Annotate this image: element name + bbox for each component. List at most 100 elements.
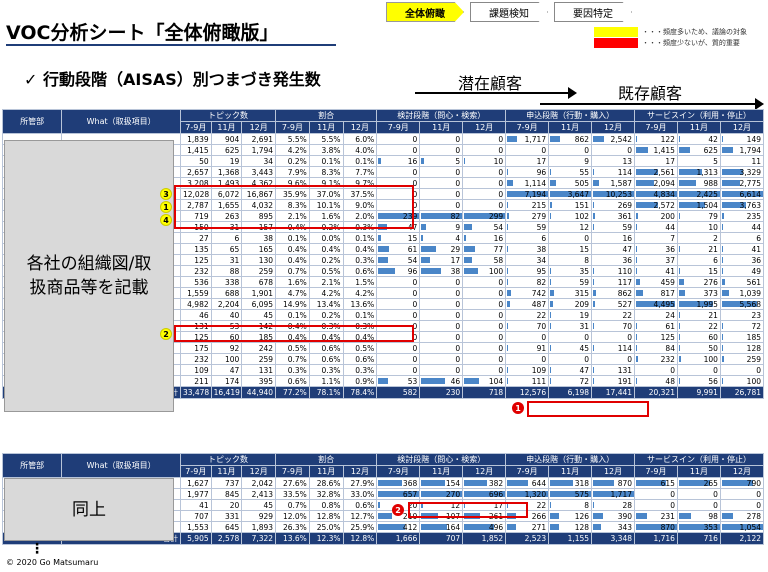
total-cell: 707 (419, 532, 464, 545)
stage-cell: 16 (462, 232, 507, 244)
page-title: VOC分析シート「全体俯瞰版」 (6, 22, 279, 44)
value-cell: 0.4% (308, 243, 344, 255)
header-month: 12月 (241, 465, 277, 478)
value-cell: 0 (634, 488, 678, 500)
stage-cell: 49 (719, 265, 765, 277)
stage-cell: 1,054 (719, 521, 765, 533)
stage-cell: 862 (591, 287, 636, 299)
stage-cell: 128 (719, 342, 765, 354)
stage-cell: 36 (634, 243, 678, 255)
value-cell: 0 (462, 188, 507, 200)
value-cell: 0.1% (275, 232, 310, 244)
stage-cell: 17 (505, 155, 550, 167)
stage-cell: 5 (419, 155, 464, 167)
value-cell: 0.0% (308, 232, 344, 244)
value-cell: 0.9% (342, 375, 378, 387)
rank-badge: 1 (160, 201, 172, 213)
value-cell: 6.0% (342, 133, 378, 145)
value-cell: 13.6% (342, 298, 378, 310)
stage-cell: 23 (719, 309, 765, 321)
step-issue-detect[interactable]: 課題検知 (470, 2, 548, 22)
value-cell: 45 (241, 499, 277, 511)
stage-cell: 232 (634, 353, 678, 365)
value-cell: 0.5% (275, 342, 310, 354)
value-cell: 65 (210, 243, 243, 255)
stage-cell: 22 (505, 309, 550, 321)
value-cell: 27.6% (275, 477, 310, 489)
stage-cell: 1,039 (719, 287, 765, 299)
header-month: 11月 (308, 465, 344, 478)
stage-cell: 231 (634, 510, 678, 522)
value-cell: 0.2% (308, 254, 344, 266)
value-cell: 242 (241, 342, 277, 354)
value-cell: 175 (179, 342, 212, 354)
value-cell: 0 (719, 488, 765, 500)
stage-cell: 5,568 (719, 298, 765, 310)
value-cell: 0 (676, 364, 721, 376)
header-stage-service: サービスイン（利用・停止） (634, 109, 764, 122)
value-cell: 0.7% (275, 353, 310, 365)
stage-cell: 58 (462, 254, 507, 266)
step-overview[interactable]: 全体俯瞰 (386, 2, 464, 22)
value-cell: 0 (676, 488, 721, 500)
value-cell: 904 (210, 133, 243, 145)
stage-cell: 235 (719, 210, 765, 222)
value-cell: 0 (376, 298, 421, 310)
stage-cell: 1,995 (676, 298, 721, 310)
total-cell: 582 (376, 386, 421, 399)
value-cell: 1,901 (241, 287, 277, 299)
stage-cell: 31 (548, 320, 593, 332)
value-cell: 6 (210, 232, 243, 244)
total-cell: 3,348 (591, 532, 636, 545)
value-cell: 0 (419, 188, 464, 200)
stage-cell: 1,504 (676, 199, 721, 211)
stage-cell: 44 (634, 221, 678, 233)
value-cell: 34 (241, 155, 277, 167)
stage-cell: 561 (719, 276, 765, 288)
stage-cell: 45 (548, 342, 593, 354)
value-cell: 0.2% (308, 309, 344, 321)
stage-cell: 276 (676, 276, 721, 288)
stage-cell: 96 (376, 265, 421, 277)
value-cell: 0 (548, 144, 593, 156)
total-cell: 16,419 (210, 386, 243, 399)
value-cell: 0 (505, 353, 550, 365)
stage-cell: 8 (548, 499, 593, 511)
stage-cell: 13 (591, 155, 636, 167)
existing-customer-label: 既存顧客 (618, 84, 683, 103)
stage-cell: 657 (376, 488, 421, 500)
header-month: 7-9月 (275, 465, 310, 478)
value-cell: 131 (241, 364, 277, 376)
stage-cell: 125 (634, 331, 678, 343)
stage-cell: 22 (591, 309, 636, 321)
stage-cell: 278 (719, 510, 765, 522)
value-cell: 38 (241, 232, 277, 244)
value-cell: 0 (419, 342, 464, 354)
value-cell: 0 (462, 298, 507, 310)
header-month: 7-9月 (179, 121, 212, 134)
value-cell: 130 (241, 254, 277, 266)
stage-cell: 270 (419, 488, 464, 500)
value-cell: 100 (210, 353, 243, 365)
stage-cell: 7,194 (505, 188, 550, 200)
stage-cell: 100 (462, 265, 507, 277)
value-cell: 12.8% (308, 510, 344, 522)
stage-cell: 382 (462, 477, 507, 489)
value-cell: 0.3% (308, 364, 344, 376)
value-cell: 0.6% (308, 353, 344, 365)
value-cell: 1.5% (342, 276, 378, 288)
value-cell: 2,691 (241, 133, 277, 145)
latent-customer-label: 潜在顧客 (458, 74, 523, 93)
legend: ・・・頻度多いため、議論の対象 ・・・頻度少ないが、質的重要 (594, 26, 747, 48)
header-month: 12月 (462, 465, 507, 478)
total-cell: 12,576 (505, 386, 550, 399)
stage-cell: 259 (719, 353, 765, 365)
total-cell: 26,781 (719, 386, 765, 399)
step-cause-identify[interactable]: 要因特定 (554, 2, 632, 22)
header-topics: トピック数 (179, 109, 277, 122)
stage-cell: 373 (676, 287, 721, 299)
value-cell: 929 (241, 510, 277, 522)
stage-cell: 61 (376, 243, 421, 255)
stage-cell: 6,614 (719, 188, 765, 200)
value-cell: 0.1% (342, 232, 378, 244)
